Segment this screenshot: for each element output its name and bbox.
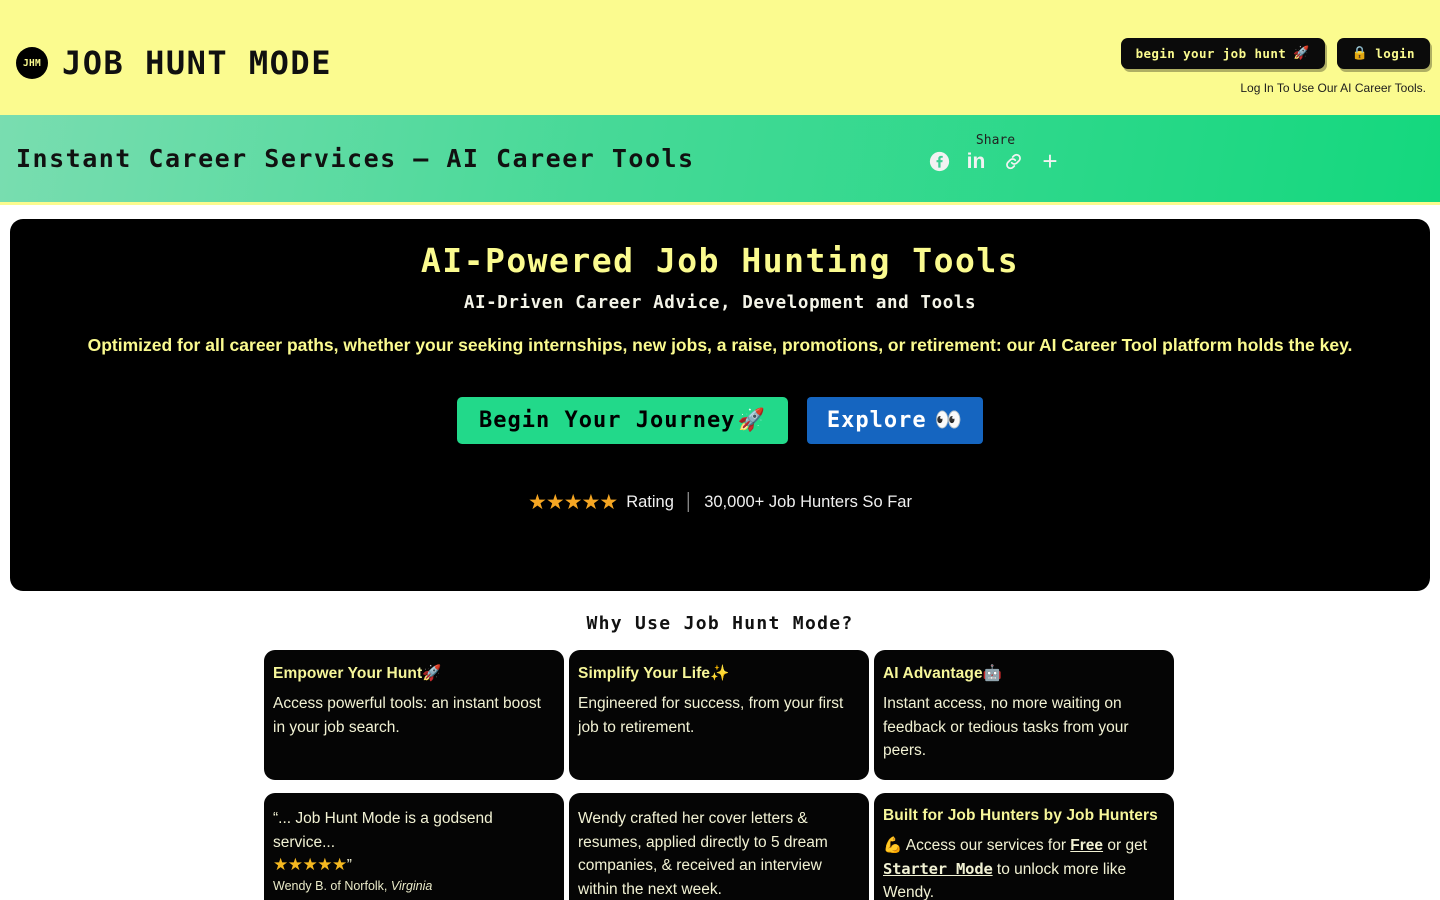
feature-card-simplify: Simplify Your Life✨ Engineered for succe…	[569, 650, 869, 780]
brand-logo-group[interactable]: JHM JOB HUNT MODE	[16, 44, 332, 82]
cta-text-before: Access our services for	[905, 837, 1066, 854]
rating-row: ★★★★★ Rating │ 30,000+ Job Hunters So Fa…	[30, 492, 1410, 513]
rocket-icon: 🚀	[422, 665, 442, 682]
lock-icon: 🔒	[1351, 46, 1369, 61]
top-actions: begin your job hunt 🚀 🔒 login	[1120, 38, 1430, 69]
service-bar: Instant Career Services – AI Career Tool…	[0, 115, 1440, 301]
testimonial-quote: “... Job Hunt Mode is a godsend service.…	[273, 810, 493, 851]
login-button[interactable]: 🔒 login	[1336, 38, 1430, 69]
hero-description: Optimized for all career paths, whether …	[87, 334, 1353, 355]
rating-label: Rating	[626, 493, 674, 512]
service-title: Instant Career Services – AI Career Tool…	[16, 144, 695, 173]
feature-title-text: Empower Your Hunt	[273, 665, 423, 682]
rating-count: 30,000+ Job Hunters So Far	[704, 493, 912, 512]
jhm-logo-icon: JHM	[16, 47, 48, 79]
linkedin-glyph: in	[966, 149, 986, 173]
testimonial-author: Wendy B. of Norfolk, Virginia	[273, 879, 555, 893]
feature-title-text: AI Advantage	[883, 665, 983, 682]
feature-card-body: Access powerful tools: an instant boost …	[273, 695, 541, 736]
share-block: Share in +	[928, 133, 1061, 176]
feature-title-text: Simplify Your Life	[578, 665, 711, 682]
testimonial-author-name: Wendy B. of Norfolk,	[273, 878, 388, 893]
starter-mode-link[interactable]: Starter Mode	[883, 860, 993, 878]
feature-card-empower: Empower Your Hunt🚀 Access powerful tools…	[264, 650, 564, 780]
begin-job-hunt-button[interactable]: begin your job hunt 🚀	[1120, 38, 1325, 69]
feature-card-title: Empower Your Hunt🚀	[273, 664, 555, 683]
hero-title: AI-Powered Job Hunting Tools	[420, 241, 1020, 280]
share-label: Share	[975, 133, 1016, 148]
testimonial-card-story: Wendy crafted her cover letters & resume…	[569, 793, 869, 900]
plus-glyph: +	[1042, 146, 1058, 176]
testimonial-card-quote: “... Job Hunt Mode is a godsend service.…	[264, 793, 564, 900]
plus-icon[interactable]: +	[1039, 146, 1061, 176]
begin-your-journey-button[interactable]: Begin Your Journey 🚀	[457, 397, 788, 445]
linkedin-icon[interactable]: in	[965, 150, 987, 172]
login-label: login	[1375, 46, 1415, 61]
feature-card-body: Engineered for success, from your first …	[578, 695, 844, 736]
rating-stars-icon: ★★★★★	[528, 491, 618, 515]
robot-icon: 🤖	[982, 665, 1003, 682]
explore-label: Explore	[826, 408, 927, 434]
hero-subtitle: AI-Driven Career Advice, Development and…	[463, 292, 977, 313]
rating-divider: │	[683, 493, 695, 512]
begin-your-journey-label: Begin Your Journey	[479, 408, 736, 434]
rocket-icon: 🚀	[737, 408, 766, 434]
free-link[interactable]: Free	[1070, 837, 1103, 854]
cta-card-title: Built for Job Hunters by Job Hunters	[883, 807, 1158, 824]
feature-card-body: Instant access, no more waiting on feedb…	[883, 695, 1129, 760]
rocket-icon: 🚀	[1293, 46, 1310, 61]
eyes-icon: 👀	[934, 408, 963, 434]
why-heading: Why Use Job Hunt Mode?	[586, 613, 854, 634]
feature-card-title: Simplify Your Life✨	[578, 664, 860, 683]
testimonial-closing-quote: ”	[346, 857, 352, 875]
feature-card-ai-advantage: AI Advantage🤖 Instant access, no more wa…	[874, 650, 1174, 780]
testimonial-stars-icon: ★★★★★	[273, 855, 347, 875]
top-right-group: begin your job hunt 🚀 🔒 login Log In To …	[1120, 38, 1430, 95]
feature-card-title: AI Advantage🤖	[883, 664, 1165, 683]
sparkles-icon: ✨	[710, 665, 730, 682]
top-header: JHM JOB HUNT MODE begin your job hunt 🚀 …	[0, 0, 1440, 115]
why-card-grid: Empower Your Hunt🚀 Access powerful tools…	[264, 650, 1176, 900]
cta-card-built-for-job-hunters: Built for Job Hunters by Job Hunters 💪 A…	[874, 793, 1174, 900]
explore-button[interactable]: Explore 👀	[806, 397, 983, 445]
testimonial-rating: ★★★★★”	[273, 854, 555, 878]
brand-name: JOB HUNT MODE	[62, 44, 332, 82]
cta-text-middle: or get	[1107, 837, 1147, 854]
testimonial-author-state: Virginia	[390, 878, 433, 893]
link-icon[interactable]	[1002, 150, 1024, 172]
hero-cta-group: Begin Your Journey 🚀 Explore 👀	[30, 397, 1410, 445]
login-note: Log In To Use Our AI Career Tools.	[1240, 81, 1426, 95]
why-section: Why Use Job Hunt Mode? Empower Your Hunt…	[0, 613, 1440, 900]
facebook-icon[interactable]	[928, 150, 950, 172]
cta-card-body: 💪 Access our services for Free or get St…	[883, 834, 1165, 900]
share-icons: in +	[928, 146, 1061, 176]
flexed-biceps-icon: 💪	[883, 837, 903, 854]
hero-panel: AI-Powered Job Hunting Tools AI-Driven C…	[10, 219, 1430, 591]
testimonial-story: Wendy crafted her cover letters & resume…	[578, 810, 828, 898]
begin-job-hunt-label: begin your job hunt	[1135, 46, 1287, 61]
